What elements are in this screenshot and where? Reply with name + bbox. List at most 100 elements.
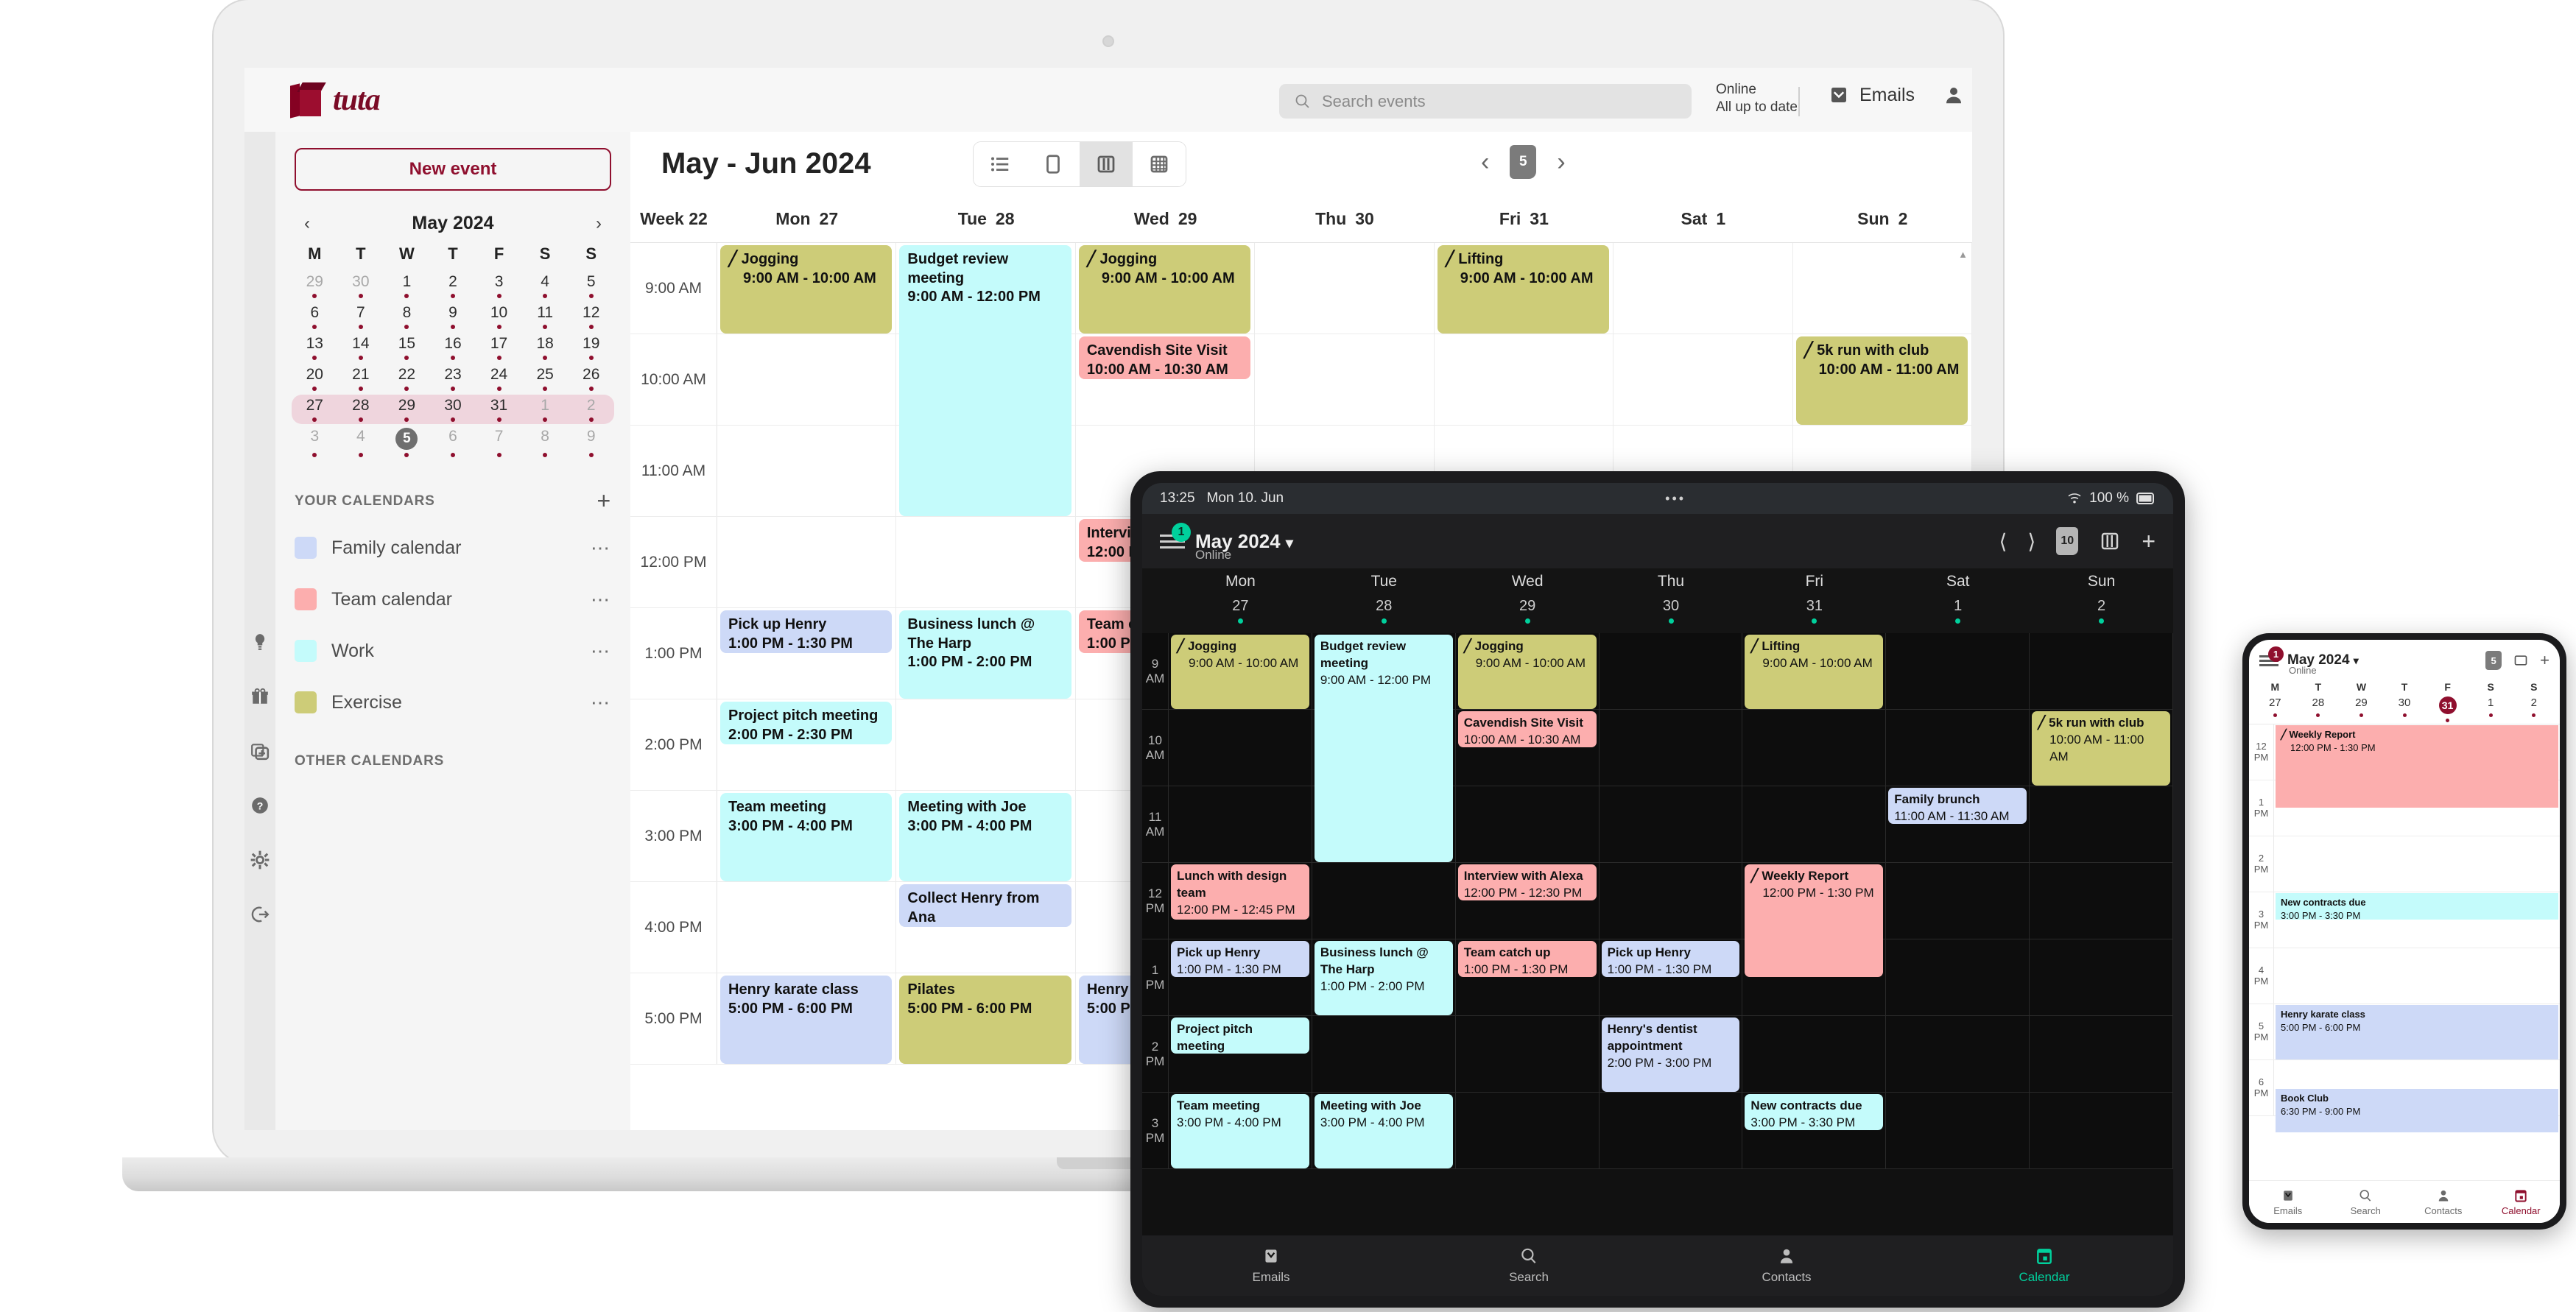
mini-day-cell[interactable]: 24 [476,364,522,393]
mini-day-cell[interactable]: 14 [338,333,384,362]
mini-day-cell[interactable]: 29 [292,271,338,300]
tablet-calendar-event[interactable]: Pick up Henry 1:00 PM - 1:30 PM [1601,941,1740,977]
phone-date-cell[interactable]: 2 [2512,696,2555,722]
add-copy-icon[interactable] [250,741,270,761]
mini-day-cell[interactable]: 6 [292,302,338,331]
calendar-day-header[interactable]: Sun 2 [1793,196,1972,242]
tablet-prev-button[interactable]: ⟨ [1999,529,2007,554]
tablet-calendar-event[interactable]: Pick up Henry 1:00 PM - 1:30 PM [1171,941,1309,977]
calendar-list-item[interactable]: Work ⋯ [295,625,611,677]
phone-nav-search[interactable]: Search [2327,1188,2405,1216]
tablet-calendar-event[interactable]: Cavendish Site Visit 10:00 AM - 10:30 AM [1457,711,1597,747]
mini-day-cell[interactable]: 13 [292,333,338,362]
tablet-nav-search[interactable]: Search [1400,1246,1658,1285]
tablet-calendar-event[interactable]: ╱ 5k run with club 10:00 AM - 11:00 AM [2032,711,2170,786]
phone-date-cell[interactable]: 28 [2297,696,2340,722]
mini-day-cell[interactable]: 9 [430,302,476,331]
calendar-list-item[interactable]: Exercise ⋯ [295,677,611,728]
mini-day-cell[interactable]: 2 [430,271,476,300]
calendar-event[interactable]: Meeting with Joe 3:00 PM - 4:00 PM [899,793,1071,881]
mini-day-cell[interactable]: 10 [476,302,522,331]
calendar-event[interactable]: Pick up Henry 1:00 PM - 1:30 PM [720,610,893,653]
day-view-icon[interactable] [2513,653,2528,668]
mini-day-cell[interactable]: 27 [292,395,338,424]
tablet-calendar-event[interactable]: Lunch with design team 12:00 PM - 12:45 … [1171,864,1309,920]
mini-day-cell[interactable]: 8 [522,426,569,459]
calendar-options-button[interactable]: ⋯ [591,691,611,714]
mini-day-cell[interactable]: 19 [568,333,614,362]
tablet-calendar-event[interactable]: ╱ Jogging 9:00 AM - 10:00 AM [1171,635,1309,709]
mini-day-cell[interactable]: 11 [522,302,569,331]
mini-day-cell[interactable]: 30 [338,271,384,300]
tablet-calendar-event[interactable]: New contracts due 3:00 PM - 3:30 PM [1745,1094,1884,1130]
tablet-calendar-event[interactable]: Budget review meeting 9:00 AM - 12:00 PM [1314,635,1453,862]
mini-day-cell[interactable]: 22 [384,364,430,393]
phone-add-event-button[interactable]: + [2540,652,2549,669]
tablet-calendar-event[interactable]: Family brunch 11:00 AM - 11:30 AM [1888,788,2027,824]
mini-day-cell[interactable]: 7 [476,426,522,459]
tablet-day-header[interactable]: Wed 29 [1456,568,1600,633]
mini-day-cell[interactable]: 1 [521,395,569,424]
mini-day-cell[interactable]: 26 [568,364,614,393]
calendar-day-header[interactable]: Tue 28 [896,196,1075,242]
tablet-calendar-event[interactable]: Team catch up 1:00 PM - 1:30 PM [1457,941,1597,977]
scroll-up-indicator[interactable]: ▲ [1958,249,1968,260]
mini-day-cell[interactable]: 25 [522,364,569,393]
phone-menu-button[interactable]: 1 [2259,646,2284,668]
tablet-nav-emails[interactable]: Emails [1142,1246,1400,1285]
tablet-day-header[interactable]: Sun 2 [2030,568,2173,633]
calendar-event[interactable]: Cavendish Site Visit 10:00 AM - 10:30 AM [1078,336,1251,379]
mini-day-cell[interactable]: 3 [476,271,522,300]
phone-date-cell[interactable]: 31 [2426,696,2469,722]
phone-nav-contacts[interactable]: Contacts [2404,1188,2482,1216]
phone-calendar-event[interactable]: ╱ Weekly Report 12:00 PM - 1:30 PM [2276,725,2558,808]
mini-day-cell[interactable]: 20 [292,364,338,393]
month-view-button[interactable] [1133,142,1186,186]
search-input[interactable]: Search events [1279,84,1692,119]
mini-calendar-next-button[interactable]: › [588,214,610,234]
phone-calendar-grid[interactable]: 12 PM 1 PM 2 PM 3 PM 4 PM 5 PM 6 PM ╱ Weekly Re… [2249,724,2560,1165]
tablet-calendar-event[interactable]: ╱ Weekly Report 12:00 PM - 1:30 PM [1745,864,1884,977]
tuta-logo[interactable]: tuta [290,82,381,119]
new-event-button[interactable]: New event [295,148,611,191]
mini-day-cell[interactable]: 17 [476,333,522,362]
calendar-day-header[interactable]: Thu 30 [1255,196,1434,242]
phone-date-cell[interactable]: 1 [2469,696,2513,722]
calendar-options-button[interactable]: ⋯ [591,588,611,611]
mini-day-cell[interactable]: 29 [384,395,430,424]
mini-day-cell[interactable]: 4 [522,271,569,300]
mini-day-cell[interactable]: 9 [568,426,614,459]
mini-day-cell[interactable]: 5 [568,271,614,300]
nav-emails[interactable]: Emails [1828,84,1915,106]
calendar-options-button[interactable]: ⋯ [591,537,611,560]
calendar-event[interactable]: ╱ 5k run with club 10:00 AM - 11:00 AM [1795,336,1968,425]
mini-day-cell[interactable]: 30 [429,395,476,424]
calendar-event[interactable]: Budget review meeting 9:00 AM - 12:00 PM [899,245,1071,516]
mini-day-cell[interactable]: 12 [568,302,614,331]
week-view-icon[interactable] [2099,530,2121,552]
tablet-day-header[interactable]: Sat 1 [1886,568,2030,633]
calendar-event[interactable]: ╱ Jogging 9:00 AM - 10:00 AM [720,245,893,334]
phone-nav-emails[interactable]: Emails [2249,1188,2327,1216]
tablet-today-badge[interactable]: 10 [2056,527,2079,555]
calendar-day-header[interactable]: Mon 27 [717,196,896,242]
calendar-day-header[interactable]: Fri 31 [1435,196,1613,242]
calendar-event[interactable]: Pilates 5:00 PM - 6:00 PM [899,976,1071,1064]
calendar-event[interactable]: ╱ Lifting 9:00 AM - 10:00 AM [1437,245,1610,334]
today-badge[interactable]: 5 [1510,145,1537,179]
next-week-button[interactable]: › [1557,148,1565,177]
calendar-day-header[interactable]: Wed 29 [1076,196,1255,242]
tablet-calendar-grid[interactable]: 9 AM 10 AM 11 AM 12 PM 1 PM 2 PM 3 PM ╱ Jogging… [1142,633,2173,1169]
calendar-event[interactable]: Henry karate class 5:00 PM - 6:00 PM [720,976,893,1064]
tablet-calendar-event[interactable]: Meeting with Joe 3:00 PM - 4:00 PM [1314,1094,1453,1168]
mini-day-cell[interactable]: 28 [337,395,384,424]
tablet-calendar-event[interactable]: Business lunch @ The Harp 1:00 PM - 2:00… [1314,941,1453,1015]
lightbulb-icon[interactable] [250,632,270,652]
phone-date-cell[interactable]: 27 [2253,696,2297,722]
calendar-options-button[interactable]: ⋯ [591,640,611,663]
tablet-nav-contacts[interactable]: Contacts [1658,1246,1915,1285]
mini-day-cell[interactable]: 18 [522,333,569,362]
calendar-list-item[interactable]: Family calendar ⋯ [295,522,611,574]
mini-day-cell[interactable]: 21 [338,364,384,393]
phone-nav-calendar[interactable]: Calendar [2482,1188,2561,1216]
